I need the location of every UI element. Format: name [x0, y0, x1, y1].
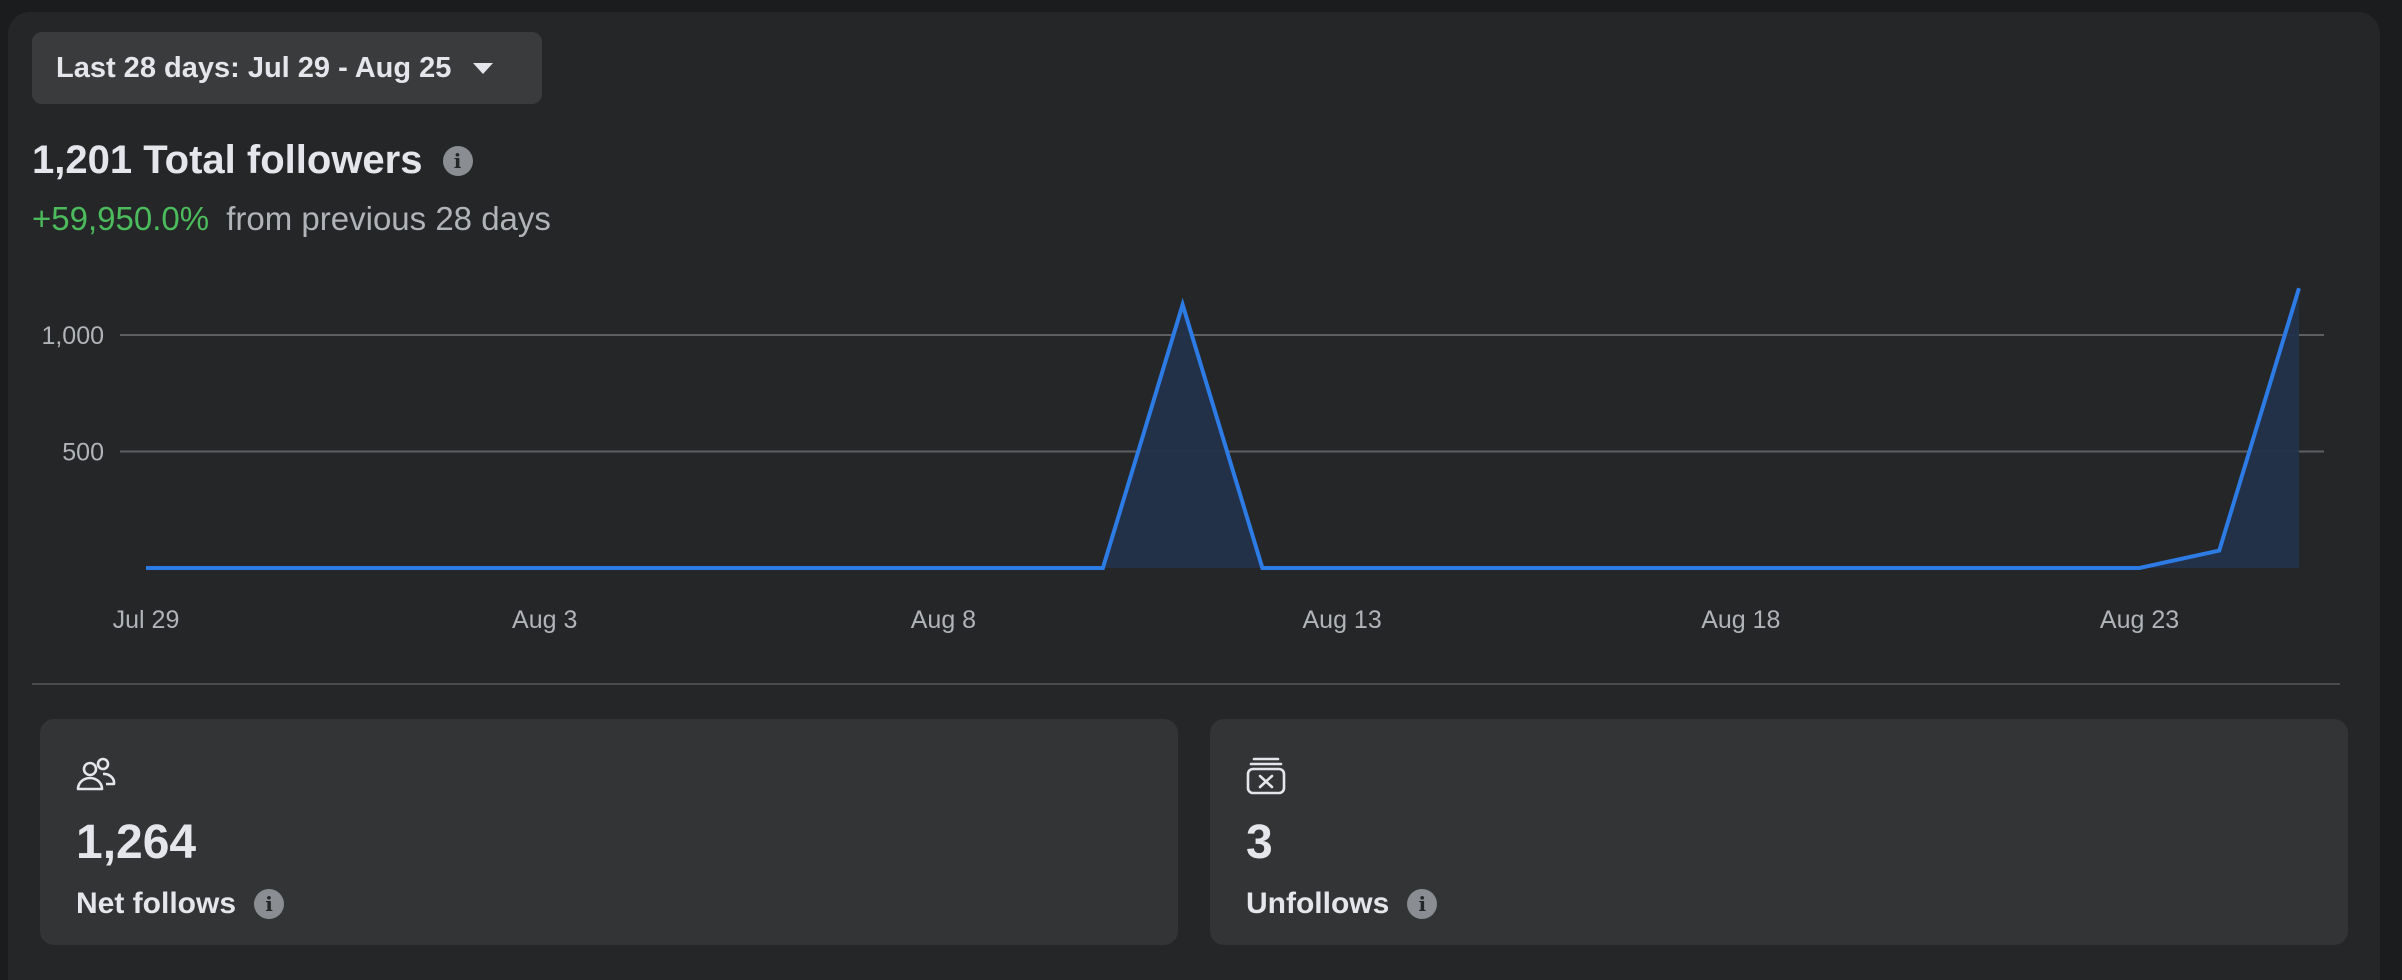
data-point[interactable] [1419, 565, 1425, 571]
data-point[interactable] [1259, 565, 1265, 571]
people-icon [76, 757, 116, 791]
net-follows-label: Net follows [76, 887, 237, 920]
data-point[interactable] [1100, 565, 1106, 571]
followers-chart: 500 1,000 Jul 29 Aug 3 Aug 8 Aug 13 Aug 18 Aug … [41, 285, 2324, 634]
data-point[interactable] [701, 565, 707, 571]
data-point[interactable] [621, 565, 627, 571]
data-point[interactable] [1180, 302, 1186, 308]
data-point[interactable] [1977, 565, 1983, 571]
data-point[interactable] [940, 565, 946, 571]
data-point[interactable] [861, 565, 867, 571]
data-point[interactable] [542, 565, 548, 571]
data-point[interactable] [1578, 565, 1584, 571]
data-point[interactable] [223, 565, 229, 571]
x-tick-label: Jul 29 [113, 606, 180, 634]
info-icon[interactable]: i [1407, 889, 1438, 919]
net-follows-label-row: Net follows i [76, 887, 285, 921]
data-point[interactable] [382, 565, 388, 571]
y-tick-label: 500 [62, 439, 104, 467]
data-point[interactable] [2296, 285, 2302, 291]
data-point[interactable] [781, 565, 787, 571]
unfollow-icon [1246, 757, 1286, 795]
data-point[interactable] [1738, 565, 1744, 571]
y-tick-label: 1,000 [41, 322, 104, 350]
data-point[interactable] [462, 565, 468, 571]
unfollows-value: 3 [1246, 816, 1273, 869]
divider [32, 683, 2340, 685]
data-point[interactable] [1020, 565, 1026, 571]
x-tick-label: Aug 8 [911, 606, 976, 634]
data-point[interactable] [302, 565, 308, 571]
series-area [146, 288, 2299, 568]
unfollows-card: 3 Unfollows i [1210, 719, 2348, 945]
data-point[interactable] [1897, 565, 1903, 571]
net-follows-value: 1,264 [76, 816, 197, 869]
x-tick-label: Aug 3 [512, 606, 577, 634]
data-point[interactable] [1339, 565, 1345, 571]
unfollows-label-row: Unfollows i [1246, 887, 1438, 921]
data-point[interactable] [1818, 565, 1824, 571]
x-tick-label: Aug 23 [2100, 606, 2179, 634]
data-point[interactable] [2057, 565, 2063, 571]
unfollows-label: Unfollows [1246, 887, 1390, 920]
net-follows-card: 1,264 Net follows i [40, 719, 1178, 945]
data-point[interactable] [1658, 565, 1664, 571]
info-icon[interactable]: i [254, 889, 285, 919]
data-point[interactable] [2216, 548, 2222, 554]
data-point[interactable] [2137, 565, 2143, 571]
data-point[interactable] [1499, 565, 1505, 571]
data-point[interactable] [143, 565, 149, 571]
x-tick-label: Aug 13 [1302, 606, 1381, 634]
x-tick-label: Aug 18 [1701, 606, 1780, 634]
